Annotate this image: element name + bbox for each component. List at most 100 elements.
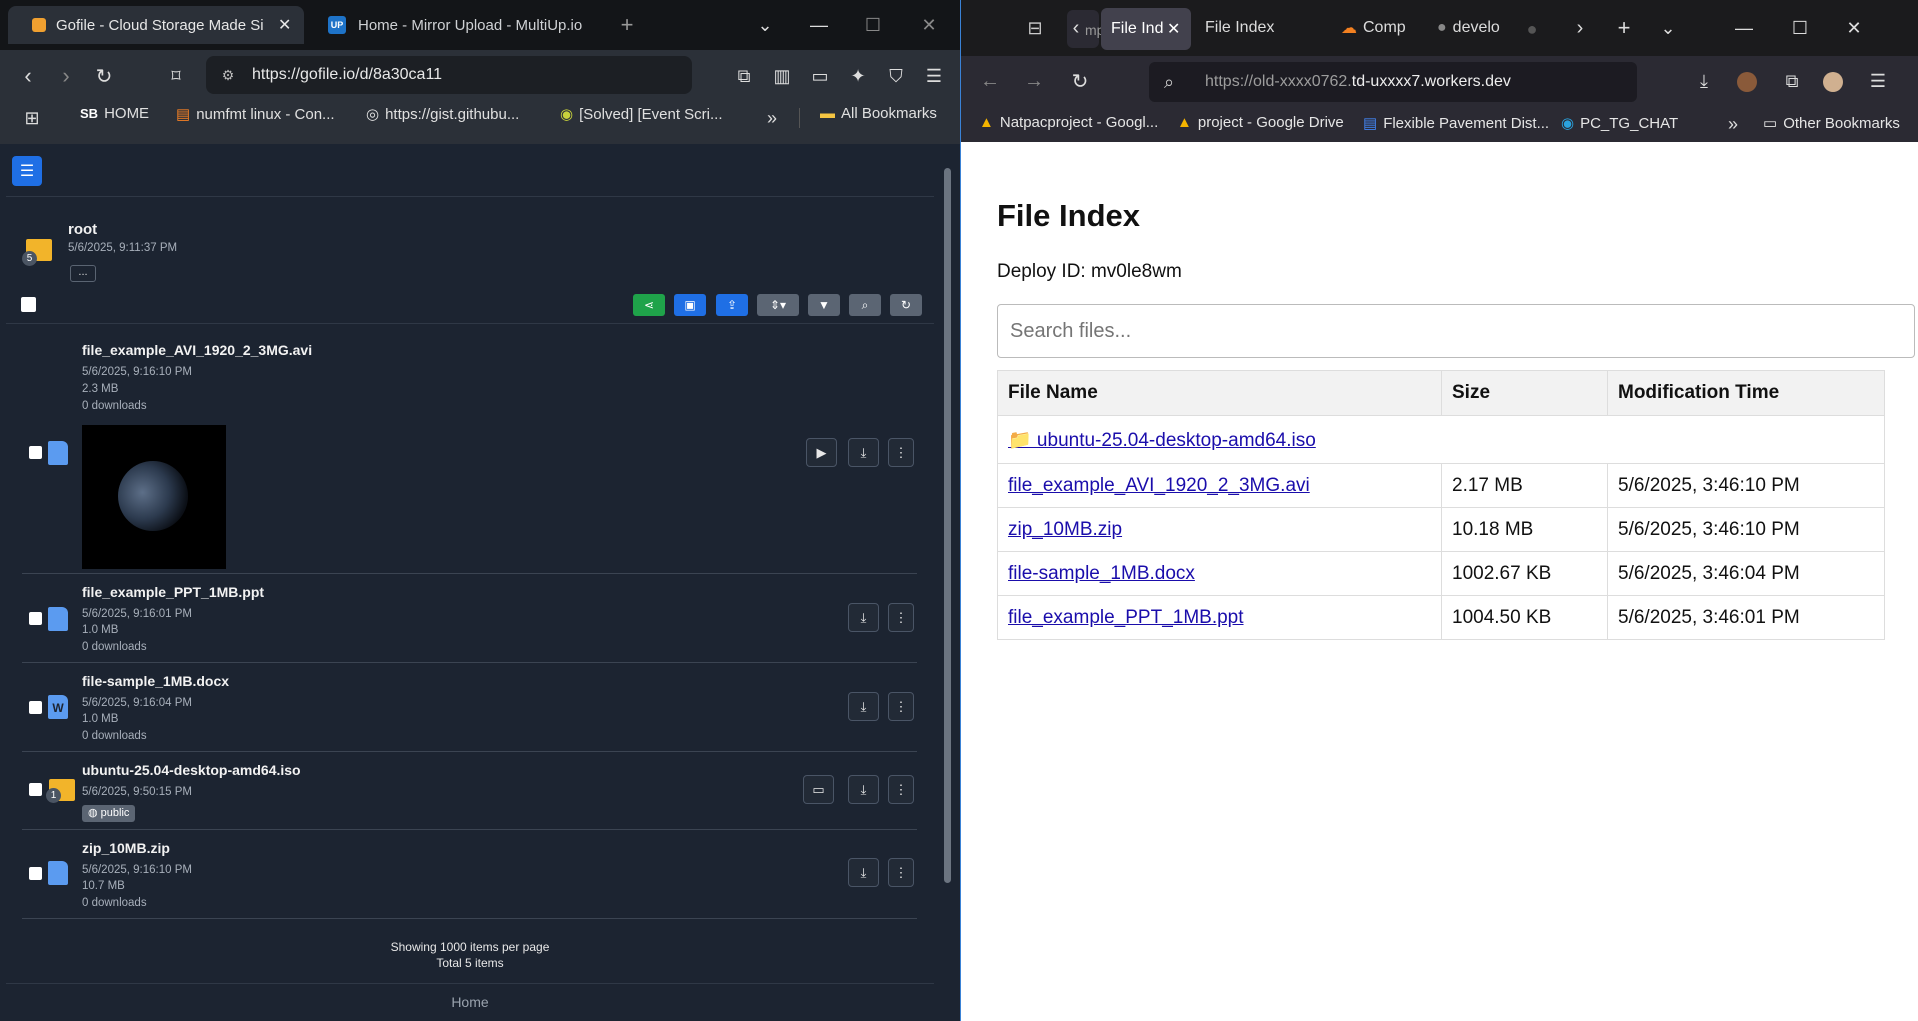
close-window-icon[interactable]: ✕ [1841, 14, 1867, 42]
shield-icon[interactable]: ⛉ [882, 62, 910, 90]
column-header-file-name[interactable]: File Name [997, 370, 1442, 416]
download-button[interactable]: ⤓ [848, 775, 879, 804]
all-bookmarks[interactable]: ▬ All Bookmarks [820, 105, 937, 122]
bookmark-event-script[interactable]: ◉ [Solved] [Event Scri... [560, 105, 723, 124]
wallet-icon[interactable]: ▭ [806, 62, 834, 90]
new-tab-icon[interactable]: + [614, 12, 640, 38]
avatar[interactable] [1737, 72, 1757, 92]
home-link[interactable]: Home [0, 994, 940, 1010]
bookmark-home[interactable]: SB HOME [80, 105, 149, 122]
site-info-icon[interactable]: ⚙ [218, 65, 238, 85]
folder-name[interactable]: ubuntu-25.04-desktop-amd64.iso [82, 762, 301, 778]
select-all-checkbox[interactable] [21, 297, 36, 312]
address-bar[interactable]: ⚙ https://gofile.io/d/8a30ca11 [206, 56, 692, 94]
file-checkbox[interactable] [29, 701, 42, 714]
upload-button[interactable]: ⇪ [716, 294, 748, 316]
play-button[interactable]: ▶ [806, 438, 837, 467]
forward-icon[interactable]: → [1021, 68, 1047, 94]
extensions-icon[interactable]: ⧉ [730, 62, 758, 90]
scroll-tabs-left[interactable]: ‹ mp [1067, 10, 1104, 48]
file-checkbox[interactable] [29, 612, 42, 625]
scroll-tabs-right-icon[interactable]: › [1567, 14, 1593, 42]
download-button[interactable]: ⤓ [848, 692, 879, 721]
column-header-size[interactable]: Size [1441, 370, 1608, 416]
file-name[interactable]: file-sample_1MB.docx [82, 673, 229, 689]
file-checkbox[interactable] [29, 446, 42, 459]
file-link[interactable]: file_example_PPT_1MB.ppt [1008, 607, 1244, 628]
share-button[interactable]: ⋖ [633, 294, 665, 316]
video-thumbnail[interactable] [82, 425, 226, 569]
menu-icon[interactable]: ☰ [1865, 68, 1891, 94]
tab-github[interactable]: ● develo [1437, 6, 1507, 50]
file-name[interactable]: file_example_AVI_1920_2_3MG.avi [82, 342, 312, 358]
list-tabs-chevron-icon[interactable]: ⌄ [1655, 14, 1681, 42]
file-name[interactable]: zip_10MB.zip [82, 840, 170, 856]
forward-icon[interactable]: › [52, 62, 80, 90]
more-bookmarks-chevron-icon[interactable]: » [760, 106, 784, 130]
more-options-button[interactable]: ⋮ [888, 775, 914, 804]
new-tab-icon[interactable]: + [1611, 14, 1637, 42]
tab-overview-icon[interactable]: ⊟ [1023, 16, 1047, 40]
file-link[interactable]: file-sample_1MB.docx [1008, 563, 1195, 584]
extensions-icon[interactable]: ⧉ [1779, 68, 1805, 94]
close-tab-icon[interactable]: ✕ [1167, 19, 1180, 39]
search-button[interactable]: ⌕ [849, 294, 881, 316]
address-bar[interactable]: ⌕ https://old-xxxx0762.td-uxxxx7.workers… [1149, 62, 1637, 102]
minimize-icon[interactable]: — [1731, 14, 1757, 42]
bookmark-flexible-pavement[interactable]: ▤ Flexible Pavement Dist... [1363, 114, 1549, 133]
sidebar-icon[interactable]: ▥ [768, 62, 796, 90]
back-icon[interactable]: ‹ [14, 62, 42, 90]
folder-link[interactable]: 📁 ubuntu-25.04-desktop-amd64.iso [1008, 430, 1316, 451]
download-button[interactable]: ⤓ [848, 858, 879, 887]
refresh-button[interactable]: ↻ [890, 294, 922, 316]
bookmark-numfmt[interactable]: ▤ numfmt linux - Con... [176, 105, 335, 124]
more-options-button[interactable]: ⋮ [888, 858, 914, 887]
maximize-icon[interactable]: ☐ [860, 12, 886, 38]
scrollbar-track[interactable] [940, 148, 954, 1018]
filter-button[interactable]: ▼ [808, 294, 840, 316]
bookmark-project-drive[interactable]: ▲ project - Google Drive [1177, 114, 1344, 131]
hamburger-menu-button[interactable]: ☰ [12, 156, 42, 186]
tab-gofile[interactable]: Gofile - Cloud Storage Made Si ✕ [8, 6, 304, 44]
download-button[interactable]: ⤓ [848, 603, 879, 632]
apps-grid-icon[interactable]: ⊞ [20, 106, 44, 130]
reload-icon[interactable]: ↻ [1067, 68, 1093, 94]
more-options-button[interactable]: ⋮ [888, 603, 914, 632]
file-checkbox[interactable] [29, 867, 42, 880]
download-button[interactable]: ⤓ [848, 438, 879, 467]
ai-sparkle-icon[interactable]: ✦ [844, 62, 872, 90]
bookmark-icon[interactable]: ⌑ [163, 62, 189, 90]
more-bookmarks-chevron-icon[interactable]: » [1721, 112, 1745, 136]
tab-file-index-active[interactable]: File Ind ✕ [1101, 8, 1191, 50]
reload-icon[interactable]: ↻ [90, 62, 118, 90]
open-folder-button[interactable]: ▭ [803, 775, 834, 804]
more-options-button[interactable]: ⋮ [888, 692, 914, 721]
more-options-button[interactable]: ⋮ [888, 438, 914, 467]
downloads-icon[interactable]: ⤓ [1691, 68, 1717, 94]
minimize-icon[interactable]: — [806, 12, 832, 38]
folder-checkbox[interactable] [29, 783, 42, 796]
tab-file-index[interactable]: File Index [1205, 6, 1295, 50]
file-link[interactable]: zip_10MB.zip [1008, 519, 1122, 540]
scrollbar-thumb[interactable] [944, 168, 951, 883]
folder-more-button[interactable]: ... [70, 265, 96, 282]
tab-cloudflare[interactable]: ☁ Comp [1341, 6, 1421, 50]
close-window-icon[interactable]: ✕ [916, 12, 942, 38]
profile-icon[interactable] [1823, 72, 1843, 92]
tab-multiup[interactable]: UP Home - Mirror Upload - MultiUp.io [312, 6, 622, 44]
back-icon[interactable]: ← [977, 68, 1003, 94]
sort-button[interactable]: ⇕▾ [757, 294, 799, 316]
menu-icon[interactable]: ☰ [920, 62, 948, 90]
maximize-icon[interactable]: ☐ [1787, 14, 1813, 42]
other-bookmarks[interactable]: ▭ Other Bookmarks [1763, 114, 1900, 133]
bookmark-natpac[interactable]: ▲ Natpacproject - Googl... [979, 114, 1158, 131]
tab-list-chevron-icon[interactable]: ⌄ [752, 12, 778, 38]
bookmark-pc-tg-chat[interactable]: ◉ PC_TG_CHAT [1561, 114, 1678, 133]
bookmark-gist[interactable]: ◎ https://gist.githubu... [366, 105, 519, 124]
new-folder-button[interactable]: ▣ [674, 294, 706, 316]
file-link[interactable]: file_example_AVI_1920_2_3MG.avi [1008, 475, 1310, 496]
file-name[interactable]: file_example_PPT_1MB.ppt [82, 584, 264, 600]
search-input[interactable] [997, 304, 1915, 358]
column-header-modification-time[interactable]: Modification Time [1607, 370, 1885, 416]
close-tab-icon[interactable]: ✕ [278, 15, 291, 35]
